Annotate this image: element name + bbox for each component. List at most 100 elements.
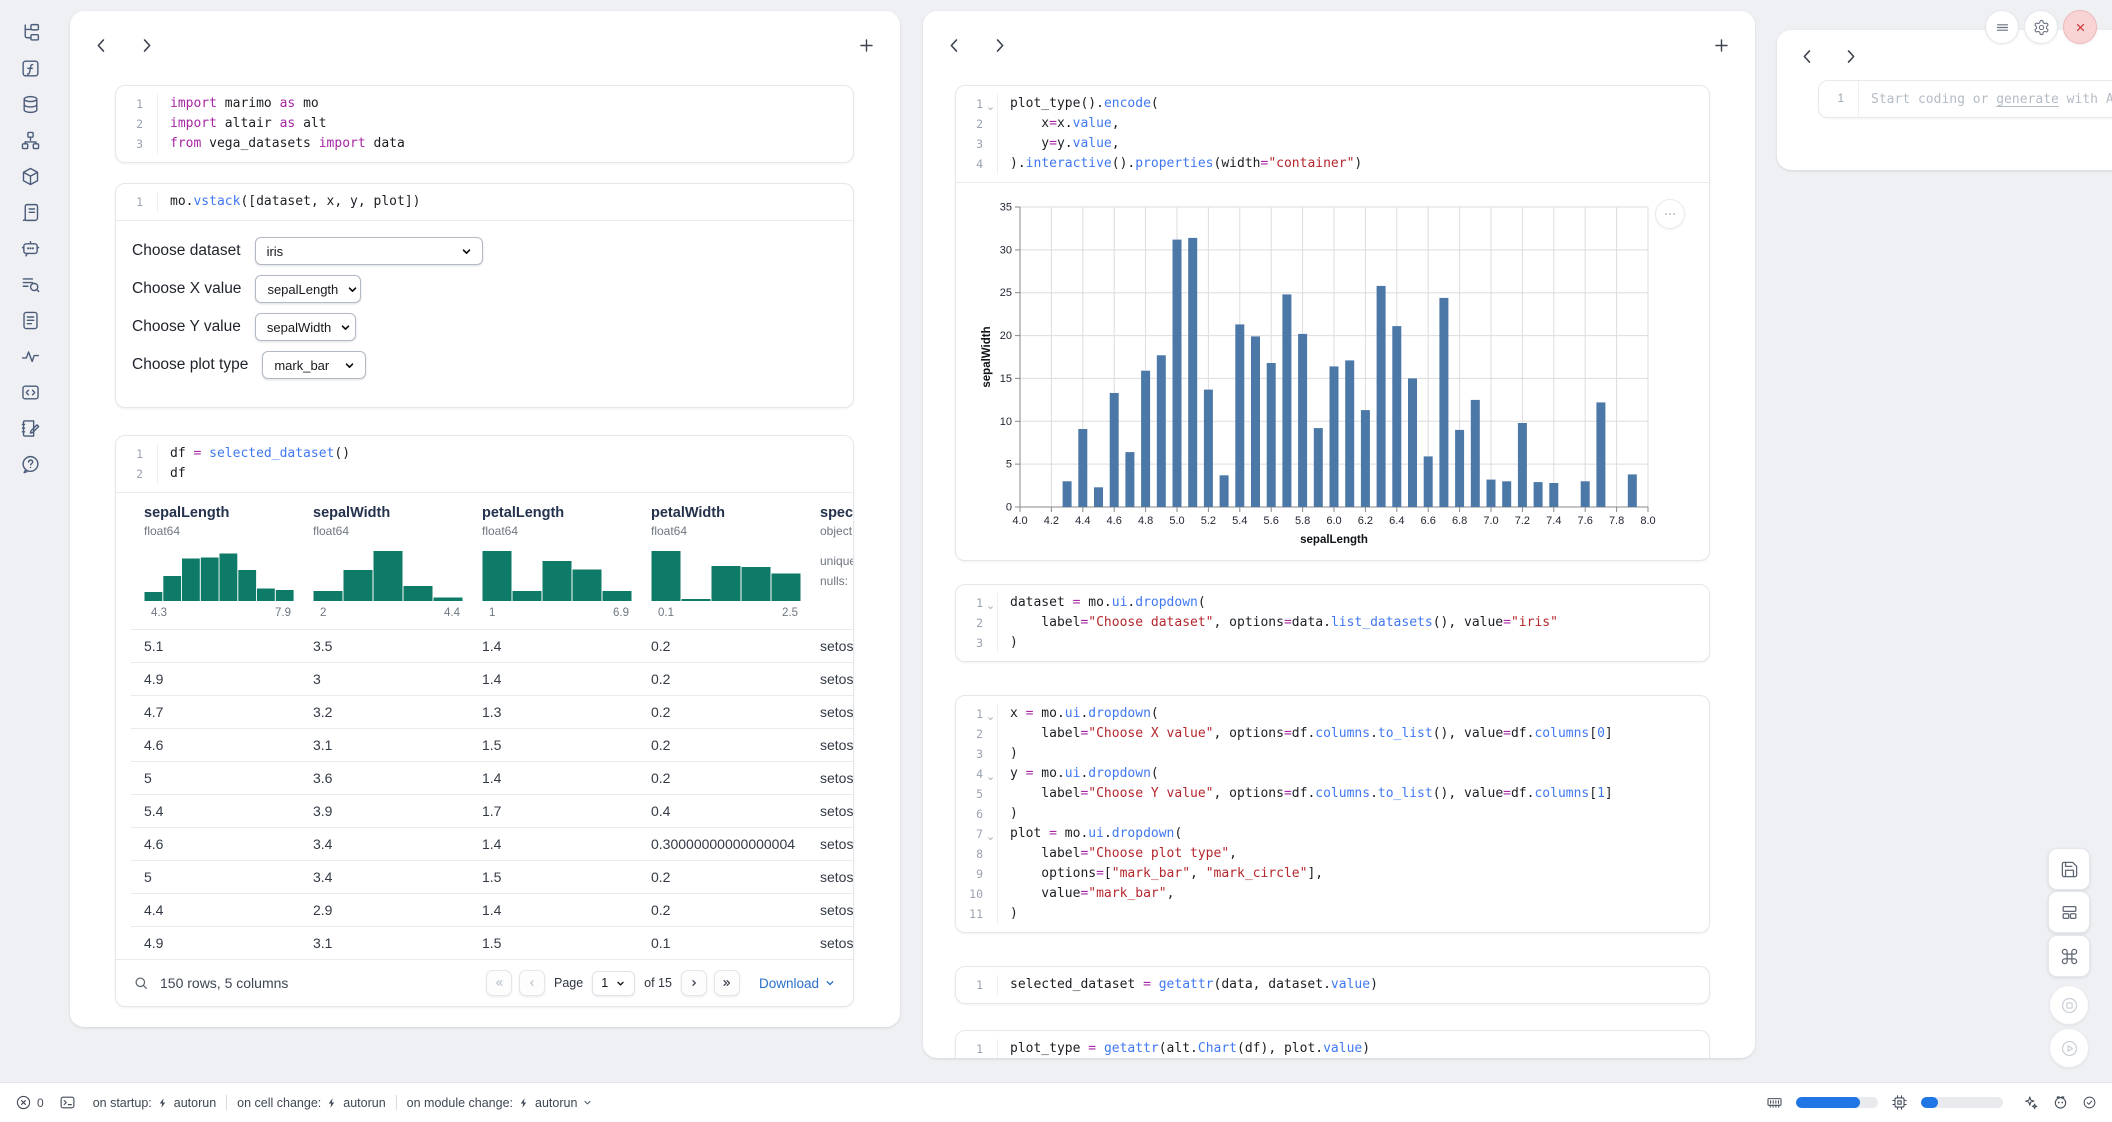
column-header-petalLength[interactable]: petalLengthfloat6416.9 xyxy=(469,505,638,619)
divider xyxy=(226,1095,227,1110)
code-editor-chart[interactable]: 1plot_type().encode(2 x=x.value,3 y=y.va… xyxy=(956,86,1709,182)
code-snippets-icon[interactable] xyxy=(20,382,41,403)
code-editor-selected-dataset[interactable]: 1selected_dataset = getattr(data, datase… xyxy=(956,967,1709,1003)
code-line[interactable]: 6) xyxy=(956,804,1709,824)
chart-options-button[interactable] xyxy=(1655,199,1685,229)
database-icon[interactable] xyxy=(20,94,41,115)
keyboard-shortcuts-button[interactable] xyxy=(2048,935,2090,977)
code-line[interactable]: 2import altair as alt xyxy=(116,114,853,134)
next-page-button[interactable] xyxy=(681,970,707,996)
history-back-button[interactable] xyxy=(945,36,964,55)
runtime-config-on-module-change[interactable]: on module change:autorun xyxy=(407,1096,594,1110)
fold-toggle-icon[interactable] xyxy=(986,99,995,108)
choose-dataset-select[interactable]: iris xyxy=(255,237,483,265)
dependency-graph-icon[interactable] xyxy=(20,130,41,151)
generate-with-ai-link[interactable]: generate xyxy=(1996,92,2059,107)
code-line[interactable]: 8 label="Choose plot type", xyxy=(956,844,1709,864)
choose-plot-type-select[interactable]: mark_bar xyxy=(262,351,366,379)
code-line[interactable]: 3 y=y.value, xyxy=(956,134,1709,154)
code-editor-imports[interactable]: 1import marimo as mo2import altair as al… xyxy=(116,86,853,162)
code-line[interactable]: 4y = mo.ui.dropdown( xyxy=(956,764,1709,784)
code-line[interactable]: 1selected_dataset = getattr(data, datase… xyxy=(956,975,1709,995)
tracing-icon[interactable] xyxy=(20,346,41,367)
fold-toggle-icon[interactable] xyxy=(986,598,995,607)
last-page-button[interactable] xyxy=(714,970,740,996)
column-header-sepalLength[interactable]: sepalLengthfloat644.37.9 xyxy=(131,505,300,619)
code-editor-dataset[interactable]: 1dataset = mo.ui.dropdown(2 label="Choos… xyxy=(956,585,1709,661)
package-icon[interactable] xyxy=(20,166,41,187)
code-line[interactable]: 10 value="mark_bar", xyxy=(956,884,1709,904)
add-cell-button[interactable] xyxy=(857,36,876,55)
runtime-config-on-cell-change[interactable]: on cell change:autorun xyxy=(237,1096,386,1110)
code-line[interactable]: 1dataset = mo.ui.dropdown( xyxy=(956,593,1709,613)
logs-icon[interactable] xyxy=(20,202,41,223)
code-line[interactable]: 3) xyxy=(956,744,1709,764)
code-line[interactable]: 1import marimo as mo xyxy=(116,94,853,114)
fold-toggle-icon[interactable] xyxy=(986,709,995,718)
table-cell: 4.9 xyxy=(131,663,300,695)
code-line[interactable]: 3) xyxy=(956,633,1709,653)
column-header-sepalWidth[interactable]: sepalWidthfloat6424.4 xyxy=(300,505,469,619)
code-line[interactable]: 3from vega_datasets import data xyxy=(116,134,853,154)
function-square-icon[interactable] xyxy=(20,58,41,79)
code-line[interactable]: 2 label="Choose dataset", options=data.l… xyxy=(956,613,1709,633)
choose-x-value-select[interactable]: sepalLength xyxy=(255,275,361,303)
stop-button[interactable] xyxy=(2049,985,2089,1025)
column-header-species[interactable]: speciesobjectunique:nulls: xyxy=(807,505,853,619)
download-button[interactable]: Download xyxy=(759,976,836,991)
code-line[interactable]: 1mo.vstack([dataset, x, y, plot]) xyxy=(116,192,853,212)
code-editor-vstack[interactable]: 1mo.vstack([dataset, x, y, plot]) xyxy=(116,184,853,220)
code-line[interactable]: 9 options=["mark_bar", "mark_circle"], xyxy=(956,864,1709,884)
terminal-icon[interactable] xyxy=(59,1094,76,1111)
run-all-button[interactable] xyxy=(2049,1028,2089,1068)
code-line[interactable]: 1plot_type = getattr(alt.Chart(df), plot… xyxy=(956,1039,1709,1058)
history-back-button[interactable] xyxy=(1798,47,1817,66)
page-select[interactable]: 1 xyxy=(592,971,635,996)
github-icon[interactable] xyxy=(2052,1094,2069,1111)
code-line[interactable]: 5 label="Choose Y value", options=df.col… xyxy=(956,784,1709,804)
code-editor-df[interactable]: 1df = selected_dataset()2df xyxy=(116,436,853,492)
chat-bot-icon[interactable] xyxy=(20,238,41,259)
table-search-icon[interactable] xyxy=(133,975,149,991)
code-line[interactable]: 1df = selected_dataset() xyxy=(116,444,853,464)
empty-code-cell[interactable]: 1 Start coding or generate with AI xyxy=(1818,80,2112,118)
history-forward-button[interactable] xyxy=(137,36,156,55)
first-page-button[interactable] xyxy=(486,970,512,996)
code-line[interactable]: 11) xyxy=(956,904,1709,924)
history-back-button[interactable] xyxy=(92,36,111,55)
form-row-choose-plot-type: Choose plot typemark_bar xyxy=(132,351,853,379)
connection-status-icon[interactable] xyxy=(2082,1095,2097,1110)
ai-sparkles-icon[interactable] xyxy=(2022,1094,2039,1111)
history-forward-button[interactable] xyxy=(990,36,1009,55)
file-tree-icon[interactable] xyxy=(20,22,41,43)
layout-toggle-button[interactable] xyxy=(2048,891,2090,933)
errors-icon[interactable] xyxy=(15,1094,32,1111)
code-editor-controls[interactable]: 1x = mo.ui.dropdown(2 label="Choose X va… xyxy=(956,696,1709,932)
prev-page-button[interactable] xyxy=(519,970,545,996)
code-line[interactable]: 1x = mo.ui.dropdown( xyxy=(956,704,1709,724)
settings-button[interactable] xyxy=(2024,10,2058,44)
bar-chart[interactable]: 051015202530354.04.24.44.64.85.05.25.45.… xyxy=(978,199,1663,553)
add-cell-button[interactable] xyxy=(1712,36,1731,55)
svg-text:7.0: 7.0 xyxy=(1483,515,1498,527)
shutdown-button[interactable] xyxy=(2063,10,2097,44)
notebook-edit-icon[interactable] xyxy=(20,418,41,439)
history-forward-button[interactable] xyxy=(1841,47,1860,66)
code-line[interactable]: 2df xyxy=(116,464,853,484)
runtime-config-on-startup[interactable]: on startup:autorun xyxy=(93,1096,216,1110)
document-icon[interactable] xyxy=(20,310,41,331)
fold-toggle-icon[interactable] xyxy=(986,769,995,778)
help-icon[interactable] xyxy=(20,454,41,475)
choose-y-value-select[interactable]: sepalWidth xyxy=(255,313,356,341)
code-line[interactable]: 4).interactive().properties(width="conta… xyxy=(956,154,1709,174)
scratchpad-search-icon[interactable] xyxy=(20,274,41,295)
code-editor-plot-type[interactable]: 1plot_type = getattr(alt.Chart(df), plot… xyxy=(956,1031,1709,1058)
save-button[interactable] xyxy=(2048,848,2090,890)
code-line[interactable]: 7plot = mo.ui.dropdown( xyxy=(956,824,1709,844)
menu-button[interactable] xyxy=(1985,10,2019,44)
code-line[interactable]: 2 x=x.value, xyxy=(956,114,1709,134)
fold-toggle-icon[interactable] xyxy=(986,829,995,838)
code-line[interactable]: 2 label="Choose X value", options=df.col… xyxy=(956,724,1709,744)
code-line[interactable]: 1plot_type().encode( xyxy=(956,94,1709,114)
column-header-petalWidth[interactable]: petalWidthfloat640.12.5 xyxy=(638,505,807,619)
